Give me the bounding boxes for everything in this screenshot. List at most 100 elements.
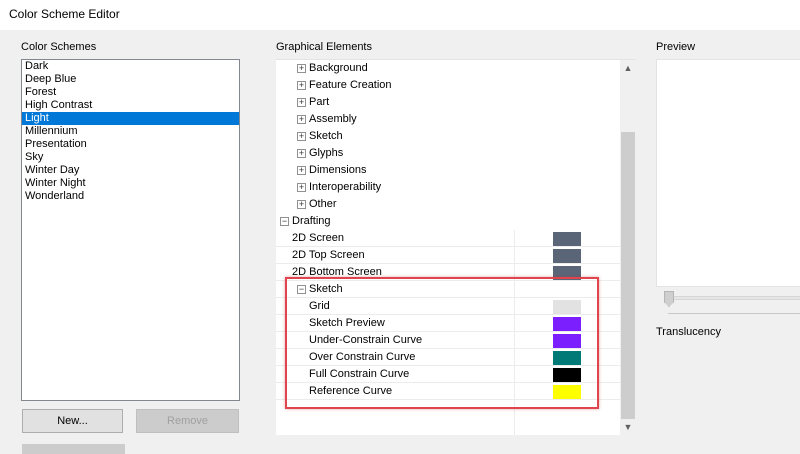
color-schemes-list[interactable]: Dark Deep Blue Forest High Contrast Light Mil… — [21, 59, 240, 401]
color-swatch[interactable] — [553, 249, 581, 263]
column-separator — [514, 298, 515, 315]
tree-row[interactable]: Under-Constrain Curve — [276, 332, 620, 349]
color-swatch[interactable] — [553, 300, 581, 314]
color-swatch[interactable] — [553, 266, 581, 280]
tree-row[interactable]: Over Constrain Curve — [276, 349, 620, 366]
tree-row-label: Reference Curve — [309, 385, 393, 397]
new-button[interactable]: New... — [22, 409, 123, 433]
tree-row-label: Grid — [309, 300, 330, 312]
color-swatch[interactable] — [553, 385, 581, 399]
expand-icon[interactable]: + — [297, 64, 306, 73]
translucency-slider-ticks — [668, 313, 800, 317]
tree-row-label: 2D Bottom Screen — [292, 266, 382, 278]
tree-row[interactable]: + Assembly — [276, 111, 620, 128]
column-separator — [514, 332, 515, 349]
scroll-thumb[interactable] — [621, 132, 635, 419]
column-separator — [514, 383, 515, 400]
tree-row-label: Assembly — [309, 113, 357, 125]
scheme-item[interactable]: Deep Blue — [22, 73, 239, 86]
tree-row-label: Over Constrain Curve — [309, 351, 416, 363]
tree-row[interactable]: 2D Screen — [276, 230, 620, 247]
tree-row-label: Interoperability — [309, 181, 382, 193]
tree-row[interactable]: + Feature Creation — [276, 77, 620, 94]
tree-row-label: Feature Creation — [309, 79, 392, 91]
expand-icon[interactable]: + — [297, 166, 306, 175]
scheme-item[interactable]: Presentation — [22, 138, 239, 151]
tree-row-label: Dimensions — [309, 164, 367, 176]
tree-row[interactable]: + Sketch — [276, 128, 620, 145]
remove-button[interactable]: Remove — [136, 409, 239, 433]
column-separator — [514, 315, 515, 332]
scroll-up-icon[interactable]: ▲ — [620, 60, 636, 77]
tree-row[interactable]: + Background — [276, 60, 620, 77]
collapse-icon[interactable]: − — [280, 217, 289, 226]
color-swatch[interactable] — [553, 232, 581, 246]
scheme-item[interactable]: High Contrast — [22, 99, 239, 112]
scheme-item[interactable]: Dark — [22, 60, 239, 73]
color-swatch[interactable] — [553, 351, 581, 365]
expand-icon[interactable]: + — [297, 98, 306, 107]
color-swatch[interactable] — [553, 368, 581, 382]
tree-row[interactable]: Reference Curve — [276, 383, 620, 400]
tree-row-label: Drafting — [292, 215, 331, 227]
tree-row[interactable]: − Sketch — [276, 281, 620, 298]
tree-row-label: Part — [309, 96, 330, 108]
scroll-down-icon[interactable]: ▼ — [620, 419, 636, 435]
tree-row[interactable]: + Other — [276, 196, 620, 213]
tree-row-label: Other — [309, 198, 337, 210]
preview-panel — [656, 59, 800, 287]
column-separator — [514, 230, 515, 247]
tree-row[interactable]: Full Constrain Curve — [276, 366, 620, 383]
scheme-item[interactable]: Winter Day — [22, 164, 239, 177]
expand-icon[interactable]: + — [297, 81, 306, 90]
preview-label: Preview — [656, 41, 696, 53]
column-separator — [514, 281, 515, 298]
tree-row[interactable]: Grid — [276, 298, 620, 315]
translucency-slider-thumb[interactable] — [664, 291, 674, 307]
column-separator — [514, 366, 515, 383]
expand-icon[interactable]: + — [297, 183, 306, 192]
hidden-button-edge — [22, 444, 125, 454]
color-swatch[interactable] — [553, 334, 581, 348]
graphical-elements-tree[interactable]: + Background + Feature Creation + Part + Assemb… — [276, 59, 636, 435]
tree-row[interactable]: 2D Top Screen — [276, 247, 620, 264]
scheme-item[interactable]: Millennium — [22, 125, 239, 138]
scheme-item[interactable]: Forest — [22, 86, 239, 99]
expand-icon[interactable]: + — [297, 132, 306, 141]
tree-row-label: Sketch Preview — [309, 317, 385, 329]
translucency-label: Translucency — [656, 326, 722, 338]
window-title: Color Scheme Editor — [9, 7, 120, 21]
tree-row-label: Background — [309, 62, 368, 74]
column-separator — [514, 247, 515, 264]
scheme-item[interactable]: Sky — [22, 151, 239, 164]
tree-row-label: Full Constrain Curve — [309, 368, 410, 380]
column-separator — [514, 264, 515, 281]
tree-row[interactable]: + Interoperability — [276, 179, 620, 196]
translucency-slider-track[interactable] — [664, 296, 800, 300]
tree-row[interactable]: − Drafting — [276, 213, 620, 230]
tree-row[interactable]: + Glyphs — [276, 145, 620, 162]
tree-row[interactable]: 2D Bottom Screen — [276, 264, 620, 281]
tree-row-label: Under-Constrain Curve — [309, 334, 423, 346]
column-separator — [514, 349, 515, 366]
color-schemes-label: Color Schemes — [21, 41, 97, 53]
tree-row[interactable]: + Part — [276, 94, 620, 111]
title-bar: Color Scheme Editor — [0, 0, 800, 30]
expand-icon[interactable]: + — [297, 115, 306, 124]
tree-row-label: Sketch — [309, 130, 343, 142]
expand-icon[interactable]: + — [297, 149, 306, 158]
tree-row[interactable]: + Dimensions — [276, 162, 620, 179]
tree-row[interactable]: Sketch Preview — [276, 315, 620, 332]
collapse-icon[interactable]: − — [297, 285, 306, 294]
tree-row-label: 2D Top Screen — [292, 249, 365, 261]
expand-icon[interactable]: + — [297, 200, 306, 209]
tree-row-label: Sketch — [309, 283, 343, 295]
scheme-item[interactable]: Wonderland — [22, 190, 239, 203]
color-swatch[interactable] — [553, 317, 581, 331]
tree-row-label: Glyphs — [309, 147, 344, 159]
tree-rows: + Background + Feature Creation + Part + Assemb… — [276, 60, 620, 435]
scheme-item[interactable]: Light — [22, 112, 239, 125]
tree-scrollbar[interactable]: ▲ ▼ — [620, 60, 636, 435]
tree-row-label: 2D Screen — [292, 232, 344, 244]
scheme-item[interactable]: Winter Night — [22, 177, 239, 190]
